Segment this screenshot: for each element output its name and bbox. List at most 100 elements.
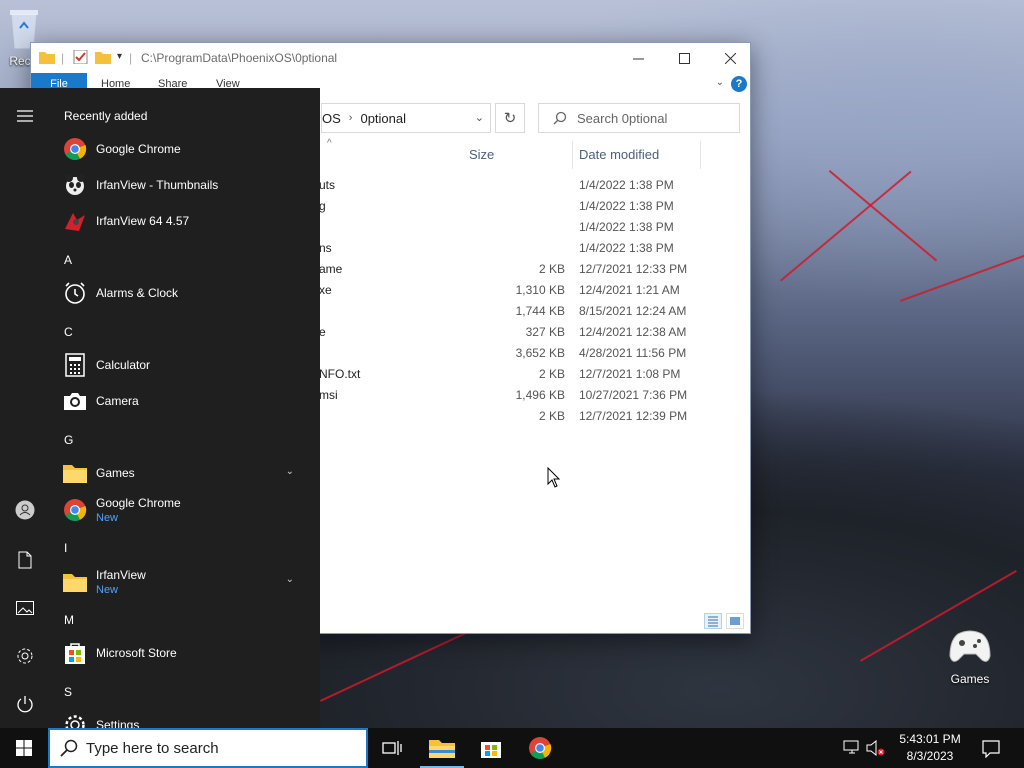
titlebar-divider: |	[129, 51, 133, 65]
app-list: Recently added Google Chrome IrfanView -…	[50, 88, 320, 728]
large-icons-view-button[interactable]	[726, 613, 744, 629]
view-switcher	[704, 613, 744, 629]
breadcrumb-separator-icon: ›	[348, 112, 353, 124]
file-name: e	[319, 325, 326, 339]
folder-icon	[62, 460, 88, 486]
customize-quick-access-icon[interactable]: ▾	[117, 51, 122, 62]
address-bar[interactable]: OS › 0ptional ⌄	[321, 103, 491, 133]
expand-folder-icon[interactable]: ⌄	[286, 466, 294, 477]
recently-added-header: Recently added	[64, 109, 148, 123]
camera-icon	[62, 388, 88, 414]
taskbar-google-chrome[interactable]	[516, 728, 564, 768]
window-title: C:\ProgramData\PhoenixOS\0ptional	[141, 51, 338, 65]
taskbar: 5:43:01 PM 8/3/2023	[0, 728, 1024, 768]
clock-date: 8/3/2023	[906, 749, 954, 763]
taskbar-search-box[interactable]	[48, 728, 368, 768]
file-name: ns	[319, 241, 332, 255]
app-name: Settings	[96, 718, 140, 728]
power-button[interactable]	[15, 694, 35, 714]
documents-button[interactable]	[15, 550, 35, 570]
folder-icon	[39, 52, 55, 64]
file-date: 12/4/2021 1:21 AM	[579, 283, 680, 297]
expand-folder-icon[interactable]: ⌄	[286, 574, 294, 585]
chrome-icon	[62, 497, 88, 523]
taskbar-microsoft-store[interactable]	[467, 728, 515, 768]
column-header-size[interactable]: Size	[463, 141, 573, 169]
file-date: 12/7/2021 1:08 PM	[579, 367, 681, 381]
app-name: IrfanView - Thumbnails	[96, 178, 219, 192]
pictures-button[interactable]	[15, 598, 35, 618]
refresh-button[interactable]: ↻	[495, 103, 525, 133]
app-camera[interactable]: Camera	[62, 386, 312, 416]
alarm-clock-icon	[62, 280, 88, 306]
gear-icon	[62, 712, 88, 728]
app-irfanview-64[interactable]: IrfanView 64 4.57	[62, 206, 312, 236]
section-letter-a[interactable]: A	[64, 253, 72, 267]
app-name: Google Chrome	[96, 496, 181, 510]
recycle-bin-label: Rec	[9, 54, 31, 68]
refresh-icon: ↻	[503, 110, 517, 127]
file-date: 1/4/2022 1:38 PM	[579, 199, 674, 213]
minimize-button[interactable]	[615, 43, 661, 73]
user-account-button[interactable]	[15, 500, 35, 520]
help-button[interactable]: ?	[731, 76, 747, 92]
breadcrumb-parent[interactable]: OS	[322, 111, 341, 126]
app-google-chrome[interactable]: Google Chrome New	[62, 494, 312, 526]
close-button[interactable]	[707, 43, 753, 73]
app-calculator[interactable]: Calculator	[62, 350, 312, 380]
app-settings[interactable]: Settings	[62, 710, 312, 728]
app-google-chrome-recent[interactable]: Google Chrome	[62, 134, 312, 164]
microsoft-store-icon	[62, 640, 88, 666]
taskbar-search-input[interactable]	[86, 739, 346, 757]
maximize-icon	[678, 52, 690, 64]
app-folder-games[interactable]: Games ⌄	[62, 458, 312, 488]
app-folder-irfanview[interactable]: IrfanView New ⌄	[62, 566, 312, 598]
column-header-date-modified[interactable]: Date modified	[573, 141, 701, 169]
section-letter-s[interactable]: S	[64, 685, 72, 699]
taskbar-clock[interactable]: 5:43:01 PM 8/3/2023	[890, 731, 970, 765]
section-letter-c[interactable]: C	[64, 325, 73, 339]
taskbar-file-explorer[interactable]	[418, 728, 466, 768]
microsoft-store-icon	[481, 742, 501, 758]
section-letter-m[interactable]: M	[64, 613, 74, 627]
gear-icon	[17, 648, 33, 664]
expand-ribbon-icon[interactable]: ⌄	[716, 77, 724, 88]
file-explorer-icon	[429, 740, 455, 758]
column-headers: Size Date modified	[321, 141, 731, 169]
maximize-button[interactable]	[661, 43, 707, 73]
details-view-button[interactable]	[704, 613, 722, 629]
titlebar-divider: |	[61, 51, 65, 65]
file-date: 12/7/2021 12:33 PM	[579, 262, 688, 276]
chrome-icon	[62, 136, 88, 162]
folder-search-box[interactable]: Search 0ptional	[538, 103, 740, 133]
breadcrumb-current[interactable]: 0ptional	[360, 111, 406, 126]
network-icon[interactable]	[843, 740, 861, 756]
file-date: 8/15/2021 12:24 AM	[579, 304, 687, 318]
settings-rail-button[interactable]	[15, 646, 35, 666]
notifications-icon[interactable]	[982, 740, 1000, 758]
address-history-dropdown-icon[interactable]: ⌄	[475, 111, 484, 124]
expand-menu-button[interactable]	[15, 106, 35, 126]
section-letter-i[interactable]: I	[64, 541, 67, 555]
file-size: 3,652 KB	[515, 346, 565, 360]
hamburger-icon	[17, 110, 33, 122]
app-irfanview-thumbnails[interactable]: IrfanView - Thumbnails	[62, 170, 312, 200]
large-icons-view-icon	[730, 617, 740, 625]
new-folder-icon[interactable]	[95, 50, 111, 64]
title-bar[interactable]: | ▾ | C:\ProgramData\PhoenixOS\0ptional	[31, 43, 750, 73]
file-size: 327 KB	[525, 325, 565, 339]
desktop-games[interactable]: Games	[948, 626, 992, 686]
section-letter-g[interactable]: G	[64, 433, 73, 447]
file-size: 2 KB	[538, 367, 565, 381]
start-button[interactable]	[0, 728, 48, 768]
file-name: xe	[319, 283, 332, 297]
irfanview-icon	[62, 208, 88, 234]
pictures-icon	[16, 601, 34, 615]
volume-muted-icon[interactable]	[866, 740, 886, 756]
app-alarms-clock[interactable]: Alarms & Clock	[62, 278, 312, 308]
task-view-button[interactable]	[368, 728, 416, 768]
file-date: 10/27/2021 7:36 PM	[579, 388, 688, 402]
file-name: NFO.txt	[319, 367, 361, 381]
properties-icon[interactable]	[73, 50, 89, 64]
app-microsoft-store[interactable]: Microsoft Store	[62, 638, 312, 668]
